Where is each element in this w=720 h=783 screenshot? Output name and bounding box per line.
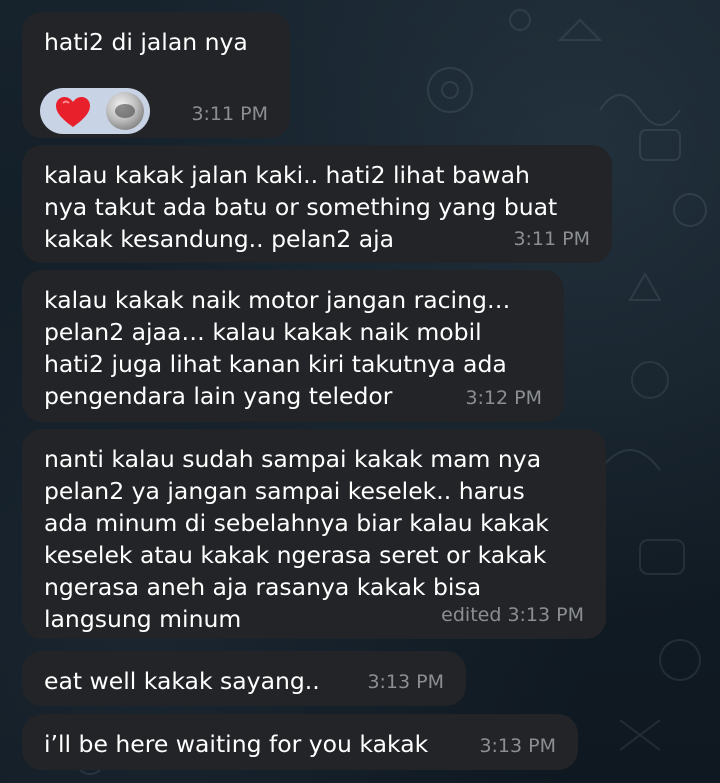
message-text: hati2 di jalan nya [44,28,248,56]
message-text: kalau kakak jalan kaki.. hati2 lihat baw… [44,161,558,253]
message-bubble[interactable]: eat well kakak sayang.. 3:13 PM [22,651,466,706]
reactor-avatar[interactable] [106,92,144,130]
message-timestamp: 3:13 PM [367,671,444,693]
red-heart-icon [56,97,90,127]
message-timestamp: edited 3:13 PM [441,604,584,626]
reactions-pill[interactable] [40,88,150,134]
message-bubble[interactable]: kalau kakak jalan kaki.. hati2 lihat baw… [22,145,612,263]
message-timestamp: 3:11 PM [513,228,590,250]
message-timestamp: 3:12 PM [465,387,542,409]
message-bubble[interactable]: kalau kakak naik motor jangan racing… pe… [22,270,564,422]
message-bubble[interactable]: hati2 di jalan nya 3:11 PM [22,12,290,138]
message-timestamp: 3:11 PM [191,103,268,125]
message-bubble[interactable]: nanti kalau sudah sampai kakak mam nya p… [22,429,606,639]
message-timestamp: 3:13 PM [479,735,556,757]
message-bubble[interactable]: i’ll be here waiting for you kakak 3:13 … [22,714,578,770]
